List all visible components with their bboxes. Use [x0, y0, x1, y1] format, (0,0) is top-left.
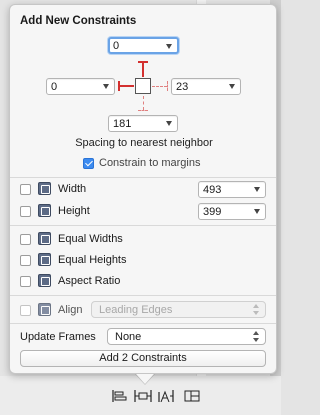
- equal-heights-checkbox[interactable]: [20, 255, 31, 266]
- bottom-spacing-value: 181: [113, 118, 132, 130]
- align-icon: [38, 303, 51, 316]
- resolve-issues-icon[interactable]: [158, 390, 174, 403]
- height-checkbox[interactable]: [20, 206, 31, 217]
- aspect-ratio-label: Aspect Ratio: [58, 275, 121, 287]
- popover-arrow: [136, 374, 154, 384]
- height-field[interactable]: 399: [198, 203, 266, 220]
- top-strut-icon[interactable]: [142, 62, 144, 77]
- bottom-strut-icon[interactable]: [143, 96, 144, 110]
- top-spacing-field[interactable]: 0: [108, 37, 179, 54]
- align-icon[interactable]: [112, 390, 128, 402]
- chevron-down-icon[interactable]: [254, 209, 260, 214]
- width-value: 493: [203, 184, 222, 196]
- height-value: 399: [203, 206, 222, 218]
- pin-icon[interactable]: [134, 390, 152, 402]
- width-label: Width: [58, 183, 87, 195]
- divider: [10, 225, 276, 226]
- add-constraints-button[interactable]: Add 2 Constraints: [20, 350, 266, 367]
- height-icon: [38, 204, 51, 217]
- popover-title: Add New Constraints: [20, 15, 137, 27]
- resizing-behavior-icon[interactable]: [184, 390, 200, 402]
- updown-arrows-icon: [253, 304, 260, 315]
- width-icon: [38, 182, 51, 195]
- right-strut-cap: [167, 81, 168, 91]
- chevron-down-icon[interactable]: [166, 121, 172, 126]
- add-constraints-popover: Add New Constraints 0 0 23 181 Spacing t…: [9, 4, 277, 374]
- chevron-down-icon[interactable]: [229, 84, 235, 89]
- updown-arrows-icon: [253, 331, 260, 342]
- update-frames-label: Update Frames: [20, 331, 96, 343]
- update-frames-value: None: [115, 331, 142, 343]
- aspect-ratio-checkbox[interactable]: [20, 276, 31, 287]
- bottom-strut-cap: [138, 110, 148, 111]
- width-checkbox[interactable]: [20, 184, 31, 195]
- view-placeholder-icon: [135, 78, 151, 94]
- divider: [10, 177, 276, 178]
- divider: [10, 323, 276, 324]
- constrain-to-margins-label: Constrain to margins: [99, 157, 201, 169]
- height-label: Height: [58, 205, 90, 217]
- right-spacing-field[interactable]: 23: [171, 78, 241, 95]
- left-strut-icon[interactable]: [119, 85, 134, 87]
- chevron-down-icon[interactable]: [103, 84, 109, 89]
- divider: [10, 295, 276, 296]
- bottom-spacing-field[interactable]: 181: [108, 115, 178, 132]
- align-select[interactable]: Leading Edges: [91, 301, 266, 318]
- left-spacing-field[interactable]: 0: [46, 78, 115, 95]
- chevron-down-icon[interactable]: [166, 44, 172, 49]
- update-frames-select[interactable]: None: [107, 328, 266, 345]
- width-field[interactable]: 493: [198, 181, 266, 198]
- right-spacing-value: 23: [176, 81, 189, 93]
- right-strut-icon[interactable]: [152, 86, 167, 87]
- equal-widths-label: Equal Widths: [58, 233, 123, 245]
- constrain-to-margins-checkbox[interactable]: [83, 158, 94, 169]
- top-spacing-value: 0: [113, 40, 120, 52]
- equal-widths-icon: [38, 232, 51, 245]
- spacing-caption: Spacing to nearest neighbor: [75, 137, 213, 149]
- chevron-down-icon[interactable]: [254, 187, 260, 192]
- aspect-ratio-icon: [38, 274, 51, 287]
- align-checkbox[interactable]: [20, 305, 31, 316]
- equal-heights-label: Equal Heights: [58, 254, 127, 266]
- equal-heights-icon: [38, 253, 51, 266]
- equal-widths-checkbox[interactable]: [20, 234, 31, 245]
- align-label: Align: [58, 304, 83, 316]
- align-select-value: Leading Edges: [99, 304, 173, 316]
- left-spacing-value: 0: [51, 81, 58, 93]
